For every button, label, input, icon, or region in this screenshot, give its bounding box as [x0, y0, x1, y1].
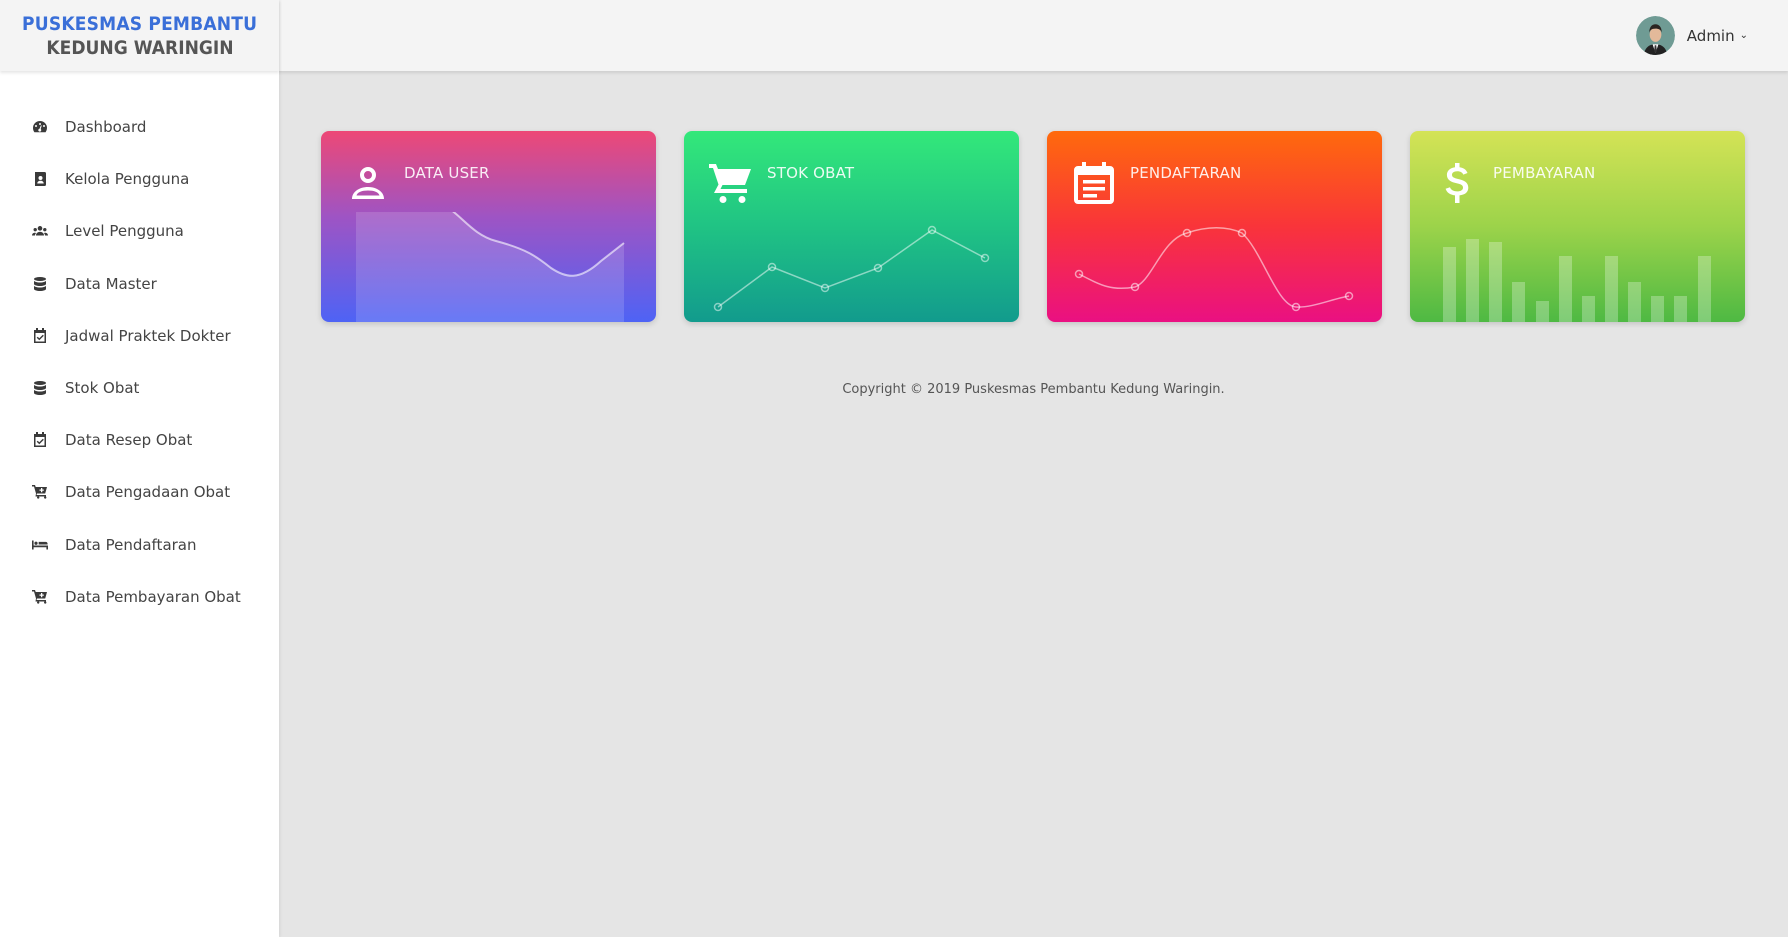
user-book-icon	[31, 170, 49, 188]
sidebar-item-kelola-pengguna[interactable]: Kelola Pengguna	[0, 153, 279, 205]
card-stok-obat[interactable]: STOK OBAT	[684, 131, 1019, 322]
sidebar-item-label: Level Pengguna	[65, 222, 184, 241]
cart-icon	[709, 161, 753, 205]
database-icon	[31, 275, 49, 293]
calendar-icon	[1072, 161, 1116, 205]
sidebar-item-label: Data Pendaftaran	[65, 535, 197, 554]
dashboard-icon	[31, 118, 49, 136]
sidebar-item-label: Kelola Pengguna	[65, 170, 190, 189]
sidebar-item-label: Data Pembayaran Obat	[65, 587, 241, 606]
sidebar-item-label: Data Pengadaan Obat	[65, 483, 231, 502]
sidebar-item-data-pendaftaran[interactable]: Data Pendaftaran	[0, 519, 279, 571]
card-title: STOK OBAT	[767, 164, 855, 182]
cart-icon	[31, 588, 49, 606]
calendar-check-icon	[31, 431, 49, 449]
card-data-user[interactable]: DATA USER	[321, 131, 656, 322]
sidebar-item-data-master[interactable]: Data Master	[0, 258, 279, 310]
topbar: Admin ⌄	[279, 0, 1788, 71]
users-icon	[31, 222, 49, 240]
sidebar-item-stok-obat[interactable]: Stok Obat	[0, 362, 279, 414]
sparkline-line-chart	[713, 225, 990, 312]
sidebar-item-data-pembayaran-obat[interactable]: Data Pembayaran Obat	[0, 571, 279, 623]
chevron-down-icon: ⌄	[1739, 30, 1748, 41]
bed-icon	[31, 536, 49, 554]
footer-copyright: Copyright © 2019 Puskesmas Pembantu Kedu…	[842, 382, 1225, 397]
sidebar-item-data-resep-obat[interactable]: Data Resep Obat	[0, 414, 279, 466]
card-title: DATA USER	[404, 164, 490, 182]
sparkline-spline-chart	[1074, 227, 1354, 312]
sparkline-area-chart	[356, 212, 625, 322]
sidebar-item-label: Stok Obat	[65, 379, 140, 398]
card-pembayaran[interactable]: PEMBAYARAN	[1410, 131, 1745, 322]
calendar-check-icon	[31, 327, 49, 345]
sidebar-item-label: Jadwal Praktek Dokter	[65, 326, 231, 345]
sparkline-bar-chart	[1443, 239, 1711, 322]
sidebar-item-jadwal-praktek-dokter[interactable]: Jadwal Praktek Dokter	[0, 310, 279, 362]
brand-subtitle: KEDUNG WARINGIN	[45, 36, 234, 59]
card-title: PENDAFTARAN	[1130, 164, 1242, 182]
user-icon	[346, 161, 390, 205]
sidebar: PUSKESMAS PEMBANTU KEDUNG WARINGIN Dashb…	[0, 0, 279, 937]
sidebar-item-dashboard[interactable]: Dashboard	[0, 101, 279, 153]
card-pendaftaran[interactable]: PENDAFTARAN	[1047, 131, 1382, 322]
card-title: PEMBAYARAN	[1493, 164, 1596, 182]
sidebar-item-data-pengadaan-obat[interactable]: Data Pengadaan Obat	[0, 466, 279, 518]
cart-icon	[31, 483, 49, 501]
sidebar-item-level-pengguna[interactable]: Level Pengguna	[0, 205, 279, 257]
brand-logo[interactable]: PUSKESMAS PEMBANTU KEDUNG WARINGIN	[0, 0, 279, 71]
sidebar-item-label: Data Master	[65, 274, 157, 293]
sidebar-menu: Dashboard Kelola Pengguna Level Pengguna…	[0, 71, 279, 623]
dollar-icon	[1435, 161, 1479, 205]
user-menu-button[interactable]: Admin ⌄	[1635, 16, 1748, 55]
database-icon	[31, 379, 49, 397]
brand-title: PUSKESMAS PEMBANTU	[21, 12, 258, 35]
user-name: Admin	[1686, 26, 1735, 45]
sidebar-item-label: Dashboard	[65, 118, 147, 137]
sidebar-item-label: Data Resep Obat	[65, 431, 193, 450]
avatar	[1635, 16, 1675, 55]
